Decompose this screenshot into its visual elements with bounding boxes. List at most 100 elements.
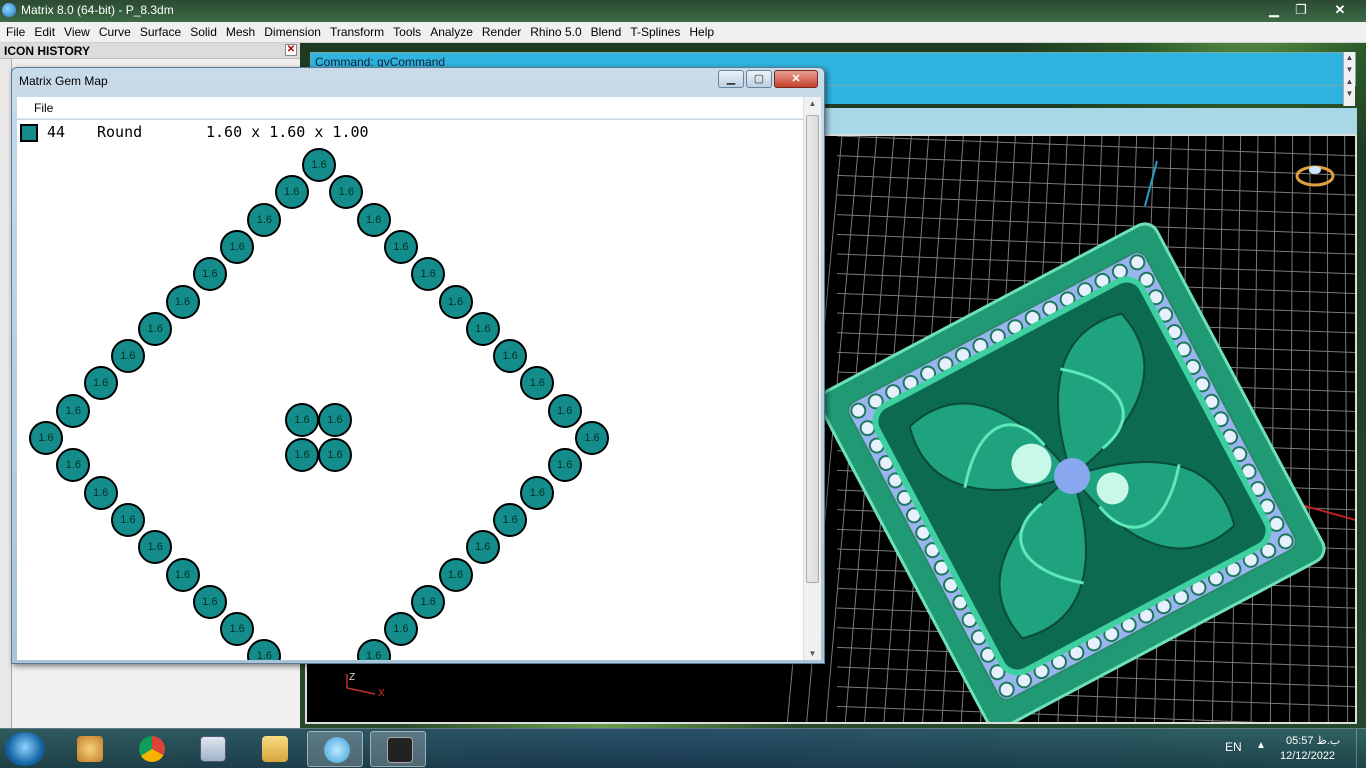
gem-marker[interactable]: 1.6 [29, 421, 63, 455]
taskbar-explorer[interactable] [246, 731, 302, 767]
gem-map-close-button[interactable]: ✕ [774, 70, 818, 88]
gem-marker[interactable]: 1.6 [285, 438, 319, 472]
clock-time[interactable]: 05:57 ب.ظ [1286, 734, 1340, 747]
gem-marker[interactable]: 1.6 [110, 502, 145, 537]
scroll-down-icon[interactable]: ▼ [804, 649, 821, 658]
gem-marker[interactable]: 1.6 [575, 421, 609, 455]
menu-mesh[interactable]: Mesh [222, 25, 259, 39]
gem-marker[interactable]: 1.6 [411, 257, 446, 292]
taskbar-v8[interactable] [307, 731, 363, 767]
gem-marker[interactable]: 1.6 [220, 612, 255, 647]
gem-marker[interactable]: 1.6 [138, 530, 173, 565]
gem-marker[interactable]: 1.6 [247, 639, 282, 660]
scroll-up-icon[interactable]: ▲ [1344, 52, 1355, 64]
minimize-button[interactable]: ▁ [1262, 0, 1286, 20]
gem-map-canvas: 44 Round 1.60 x 1.60 x 1.00 1.6 1.6 1.6 1.6… [17, 120, 803, 660]
gem-marker[interactable]: 1.6 [465, 530, 500, 565]
gem-map-minimize-button[interactable]: ▁ [718, 70, 744, 88]
gem-marker[interactable]: 1.6 [192, 257, 227, 292]
grid-line [1308, 136, 1311, 722]
scroll-up-icon[interactable]: ▲ [1344, 76, 1355, 88]
menu-tsplines[interactable]: T-Splines [626, 25, 684, 39]
gem-marker[interactable]: 1.6 [302, 148, 336, 182]
gem-marker[interactable]: 1.6 [83, 366, 118, 401]
menu-file[interactable]: File [2, 25, 29, 39]
grid-line [1289, 136, 1294, 722]
menu-analyze[interactable]: Analyze [426, 25, 477, 39]
clock-date[interactable]: 12/12/2022 [1280, 750, 1335, 762]
menu-rhino[interactable]: Rhino 5.0 [526, 25, 585, 39]
gem-marker[interactable]: 1.6 [547, 448, 582, 483]
triad-z-label: Z [349, 672, 355, 683]
menu-surface[interactable]: Surface [136, 25, 185, 39]
gem-marker[interactable]: 1.6 [192, 584, 227, 619]
gem-dimensions: 1.60 x 1.60 x 1.00 [206, 123, 369, 141]
gem-marker[interactable]: 1.6 [247, 202, 282, 237]
chrome-icon [139, 736, 165, 762]
gem-marker[interactable]: 1.6 [329, 175, 364, 210]
start-button[interactable] [5, 732, 45, 766]
tray-expand-icon[interactable]: ▲ [1256, 740, 1266, 751]
menu-view[interactable]: View [60, 25, 94, 39]
gem-map-maximize-button[interactable]: ▢ [746, 70, 772, 88]
gem-marker[interactable]: 1.6 [356, 639, 391, 660]
menu-solid[interactable]: Solid [186, 25, 221, 39]
gem-marker[interactable]: 1.6 [165, 557, 200, 592]
icon-history-close-button[interactable]: ✕ [285, 44, 297, 56]
taskbar-rhino[interactable] [370, 731, 426, 767]
gem-marker[interactable]: 1.6 [165, 284, 200, 319]
rhino-icon [387, 737, 413, 763]
gem-marker[interactable]: 1.6 [274, 175, 309, 210]
grid-line [836, 136, 1355, 157]
gem-marker[interactable]: 1.6 [383, 612, 418, 647]
gem-map-scrollbar[interactable]: ▲ ▼ [803, 97, 821, 660]
gem-marker[interactable]: 1.6 [411, 584, 446, 619]
gem-marker[interactable]: 1.6 [110, 339, 145, 374]
gem-marker[interactable]: 1.6 [318, 438, 352, 472]
taskbar-paint[interactable] [61, 731, 117, 767]
gem-map-menubar: File [17, 97, 821, 119]
menu-help[interactable]: Help [685, 25, 718, 39]
menu-curve[interactable]: Curve [95, 25, 135, 39]
gem-marker[interactable]: 1.6 [465, 311, 500, 346]
gem-marker[interactable]: 1.6 [356, 202, 391, 237]
gem-marker[interactable]: 1.6 [547, 393, 582, 428]
gem-marker[interactable]: 1.6 [520, 475, 555, 510]
gem-map-window: Matrix Gem Map ▁ ▢ ✕ File 44 Round 1.60 … [11, 67, 825, 664]
gem-marker[interactable]: 1.6 [493, 502, 528, 537]
gem-marker[interactable]: 1.6 [520, 366, 555, 401]
gem-map-menu-file[interactable]: File [34, 101, 53, 115]
menu-blend[interactable]: Blend [587, 25, 626, 39]
menu-render[interactable]: Render [478, 25, 525, 39]
menu-edit[interactable]: Edit [30, 25, 59, 39]
menu-tools[interactable]: Tools [389, 25, 425, 39]
taskbar-calculator[interactable] [184, 731, 240, 767]
gem-marker[interactable]: 1.6 [56, 393, 91, 428]
language-indicator[interactable]: EN [1225, 740, 1242, 754]
gem-marker[interactable]: 1.6 [56, 448, 91, 483]
gem-count: 44 [47, 123, 66, 141]
command-scrollbar[interactable]: ▲ ▼ ▲ ▼ [1343, 52, 1355, 106]
gem-marker[interactable]: 1.6 [493, 339, 528, 374]
scroll-down-icon[interactable]: ▼ [1344, 64, 1355, 76]
close-button[interactable]: ✕ [1318, 0, 1362, 20]
show-desktop-button[interactable] [1356, 729, 1366, 768]
grid-line [1344, 136, 1349, 722]
paint-icon [77, 736, 103, 762]
menu-dimension[interactable]: Dimension [260, 25, 325, 39]
gem-marker[interactable]: 1.6 [438, 284, 473, 319]
gem-marker[interactable]: 1.6 [318, 403, 352, 437]
gem-marker[interactable]: 1.6 [138, 311, 173, 346]
scroll-up-icon[interactable]: ▲ [804, 99, 821, 108]
gem-marker[interactable]: 1.6 [83, 475, 118, 510]
gem-marker[interactable]: 1.6 [438, 557, 473, 592]
gem-shape: Round [97, 123, 143, 141]
taskbar-chrome[interactable] [123, 731, 179, 767]
scroll-down-icon[interactable]: ▼ [1344, 88, 1355, 100]
scroll-thumb[interactable] [806, 115, 819, 583]
gem-marker[interactable]: 1.6 [285, 403, 319, 437]
gem-marker[interactable]: 1.6 [383, 229, 418, 264]
maximize-button[interactable]: ❐ [1289, 0, 1313, 20]
menu-transform[interactable]: Transform [326, 25, 388, 39]
gem-marker[interactable]: 1.6 [220, 229, 255, 264]
